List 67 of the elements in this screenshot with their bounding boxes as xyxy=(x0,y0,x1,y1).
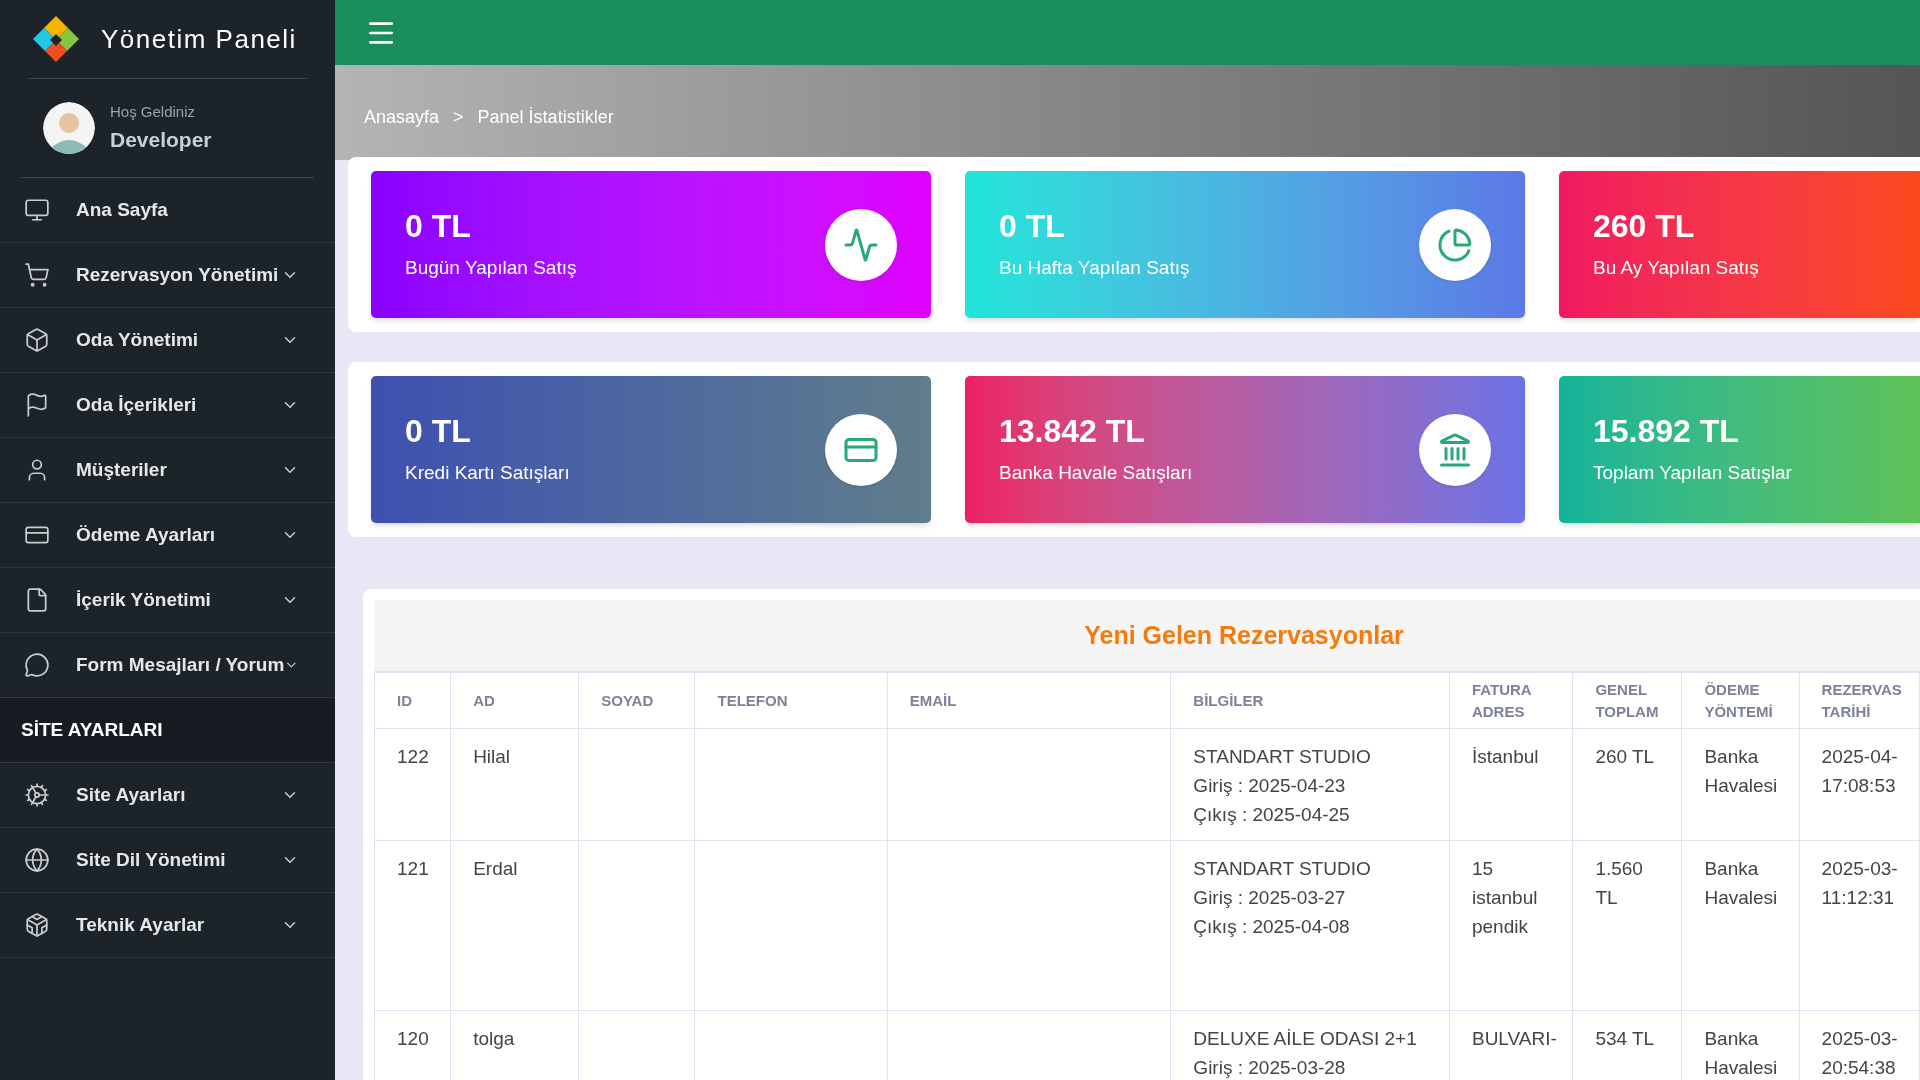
sidebar-item[interactable]: Ödeme Ayarları xyxy=(0,503,335,568)
chat-icon xyxy=(24,652,50,678)
gears-icon xyxy=(24,782,50,808)
sidebar-item[interactable]: Site Dil Yönetimi xyxy=(0,828,335,893)
stat-value: 13.842 TL xyxy=(999,412,1146,452)
greeting-text: Hoş Geldiniz xyxy=(110,102,197,122)
cart-icon xyxy=(24,262,50,288)
flag-icon xyxy=(24,392,50,418)
section-heading: SİTE AYARLARI xyxy=(21,717,163,742)
table-cell: 2025-03- 11:12:31 xyxy=(1799,840,1920,1011)
stat-label: Banka Havale Satışları xyxy=(999,461,1194,486)
brand-title: Yönetim Paneli xyxy=(101,22,297,56)
logo-icon xyxy=(31,14,81,64)
column-header: TELEFON xyxy=(694,672,888,729)
table-cell: 122 xyxy=(374,728,451,841)
pie-chart-icon xyxy=(1437,226,1473,263)
table-cell: Hilal xyxy=(450,728,579,841)
pulse-icon xyxy=(843,226,879,263)
column-header: GENEL TOPLAM xyxy=(1572,672,1682,729)
column-header: ID xyxy=(374,672,451,729)
stat-label: Bu Ay Yapılan Satış xyxy=(1593,256,1760,281)
stat-value: 0 TL xyxy=(405,207,472,247)
monitor-icon xyxy=(24,197,50,223)
avatar-icon xyxy=(43,102,95,154)
column-header: EMAİL xyxy=(887,672,1171,729)
column-header: FATURA ADRES xyxy=(1449,672,1573,729)
stat-label: Toplam Yapılan Satışlar xyxy=(1593,461,1793,486)
stat-label: Kredi Kartı Satışları xyxy=(405,461,571,486)
table-cell: 1.560 TL xyxy=(1572,840,1682,1011)
table-cell: 120 xyxy=(374,1010,451,1080)
column-header: ÖDEME YÖNTEMİ xyxy=(1681,672,1800,729)
table-cell: 2025-04- 17:08:53 xyxy=(1799,728,1920,841)
stat-value: 0 TL xyxy=(999,207,1066,247)
stat-value: 260 TL xyxy=(1593,207,1696,247)
table-cell: Banka Havalesi xyxy=(1681,840,1800,1011)
column-header: BİLGİLER xyxy=(1170,672,1450,729)
table-cell: 121 xyxy=(374,840,451,1011)
table-cell: STANDART STUDIO Giriş : 2025-03-27 Çıkış : 2025-04-08 xyxy=(1170,840,1450,1011)
stat-label: Bugün Yapılan Satış xyxy=(405,256,578,281)
user-name: Developer xyxy=(110,126,212,153)
table-title: Yeni Gelen Rezervasyonlar xyxy=(1084,619,1404,651)
stat-value: 0 TL xyxy=(405,412,472,452)
table-cell: 260 TL xyxy=(1572,728,1682,841)
table-cell: STANDART STUDIO Giriş : 2025-04-23 Çıkış : 2025-04-25 xyxy=(1170,728,1450,841)
stat-label: Bu Hafta Yapılan Satış xyxy=(999,256,1191,281)
sidebar-item[interactable]: Müşteriler xyxy=(0,438,335,503)
column-header: AD xyxy=(450,672,579,729)
sidebar-item[interactable]: Oda Yönetimi xyxy=(0,308,335,373)
breadcrumb-separator: > xyxy=(453,106,464,129)
column-header: REZERVAS TARİHİ xyxy=(1799,672,1920,729)
sidebar-item[interactable]: Ana Sayfa xyxy=(0,178,335,243)
box-icon xyxy=(24,327,50,353)
sidebar-item[interactable]: Rezervasyon Yönetimi xyxy=(0,243,335,308)
table-cell: 15 istanbul pendik xyxy=(1449,840,1573,1011)
sidebar-item[interactable]: İçerik Yönetimi xyxy=(0,568,335,633)
file-icon xyxy=(24,587,50,613)
table-cell: İstanbul xyxy=(1449,728,1573,841)
sidebar-item[interactable]: Site Ayarları xyxy=(0,763,335,828)
stat-value: 15.892 TL xyxy=(1593,412,1740,452)
sidebar-item[interactable]: Teknik Ayarlar xyxy=(0,893,335,958)
table-cell: Banka Havalesi xyxy=(1681,728,1800,841)
cube-icon xyxy=(24,912,50,938)
sidebar-item[interactable]: Oda İçerikleri xyxy=(0,373,335,438)
globe-icon xyxy=(24,847,50,873)
bank-icon xyxy=(1437,431,1473,468)
column-header: SOYAD xyxy=(578,672,695,729)
table-cell: Erdal xyxy=(450,840,579,1011)
